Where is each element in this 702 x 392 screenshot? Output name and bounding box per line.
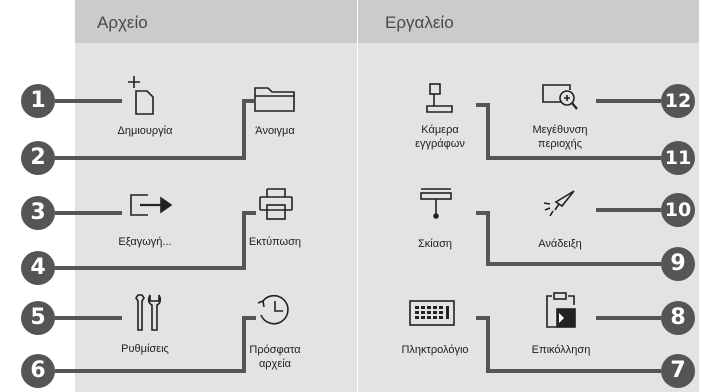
callout-9: 9	[661, 247, 695, 281]
callout-4: 4	[21, 251, 55, 285]
leader-line-9	[476, 211, 661, 266]
callout-2: 2	[21, 141, 55, 175]
leader-line-11	[476, 103, 661, 160]
callout-1: 1	[21, 84, 55, 118]
callout-3: 3	[21, 196, 55, 230]
callout-leader-lines	[55, 99, 661, 373]
leader-line-6	[55, 316, 256, 373]
callout-5: 5	[21, 301, 55, 335]
leader-line-4	[55, 211, 256, 270]
callout-8: 8	[661, 301, 695, 335]
callout-6: 6	[21, 354, 55, 388]
leader-line-7	[476, 316, 661, 373]
callout-11: 11	[661, 141, 695, 175]
callout-7: 7	[661, 354, 695, 388]
leader-line-2	[55, 99, 256, 160]
callout-12: 12	[661, 84, 695, 118]
callout-10: 10	[661, 193, 695, 227]
